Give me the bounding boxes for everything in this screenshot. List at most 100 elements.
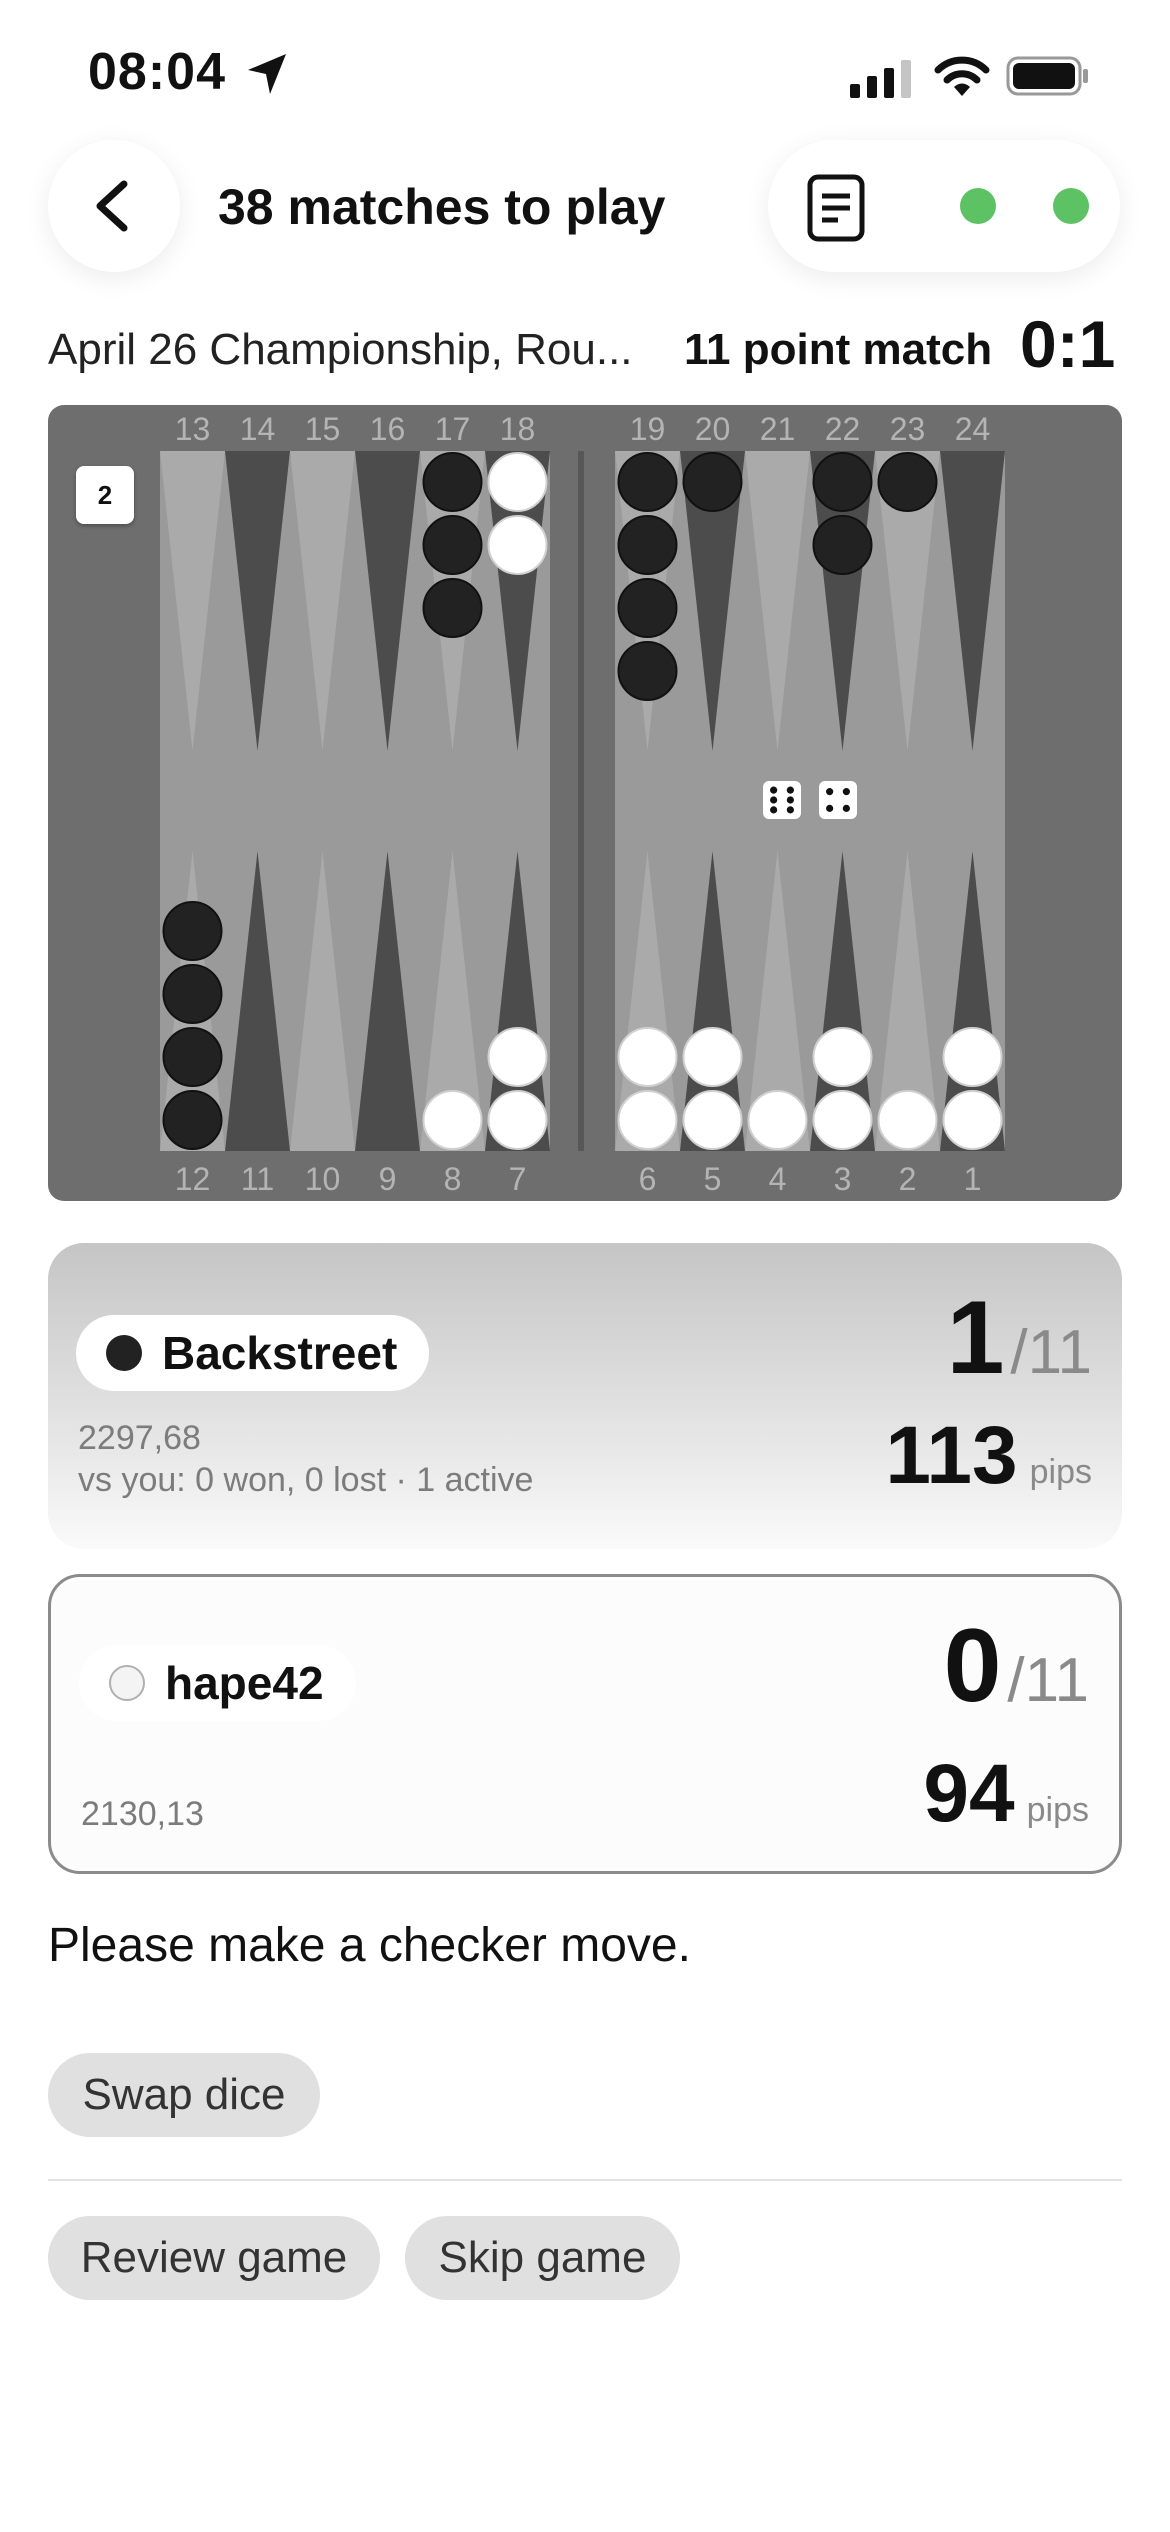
white-checker [812,1090,873,1150]
die-pip [842,788,850,796]
point-number-8: 8 [443,1161,462,1197]
player-score: 0 /11 [944,1607,1089,1726]
black-checker [617,641,678,701]
black-checker [617,515,678,575]
player-pips-label: pips [1026,1791,1089,1829]
point-number-5: 5 [703,1161,722,1197]
location-arrow-icon [248,54,286,94]
point-number-23: 23 [889,411,926,447]
black-checker [162,1090,223,1150]
white-checker [487,515,548,575]
online-indicator-self [1053,188,1089,224]
online-indicator-opponent [960,188,996,224]
white-checker [877,1090,938,1150]
cellular-signal-icon [850,60,911,98]
match-score: 0:1 [1020,307,1116,381]
white-checker [942,1027,1003,1087]
point-number-13: 13 [174,411,211,447]
die-pip [786,796,794,804]
point-number-14: 14 [239,411,276,447]
point-number-22: 22 [824,411,861,447]
white-checker [682,1027,743,1087]
black-checker [422,515,483,575]
back-button[interactable] [48,140,180,272]
die-pip [826,788,834,796]
skip-game-button[interactable]: Skip game [405,2216,680,2300]
point-number-2: 2 [898,1161,917,1197]
player-color-dot [109,1665,145,1701]
point-number-10: 10 [304,1161,341,1197]
player-pips: 113 pips [885,1409,1092,1503]
move-prompt: Please make a checker move. [48,1919,691,1972]
board-bar [578,451,584,1151]
point-number-20: 20 [694,411,731,447]
board-surface[interactable] [48,405,1122,1201]
player-pips-value: 113 [885,1410,1018,1501]
die-pip [786,806,794,814]
white-checker [422,1090,483,1150]
black-checker [812,515,873,575]
player-color-dot [106,1335,142,1371]
header-actions-pill [768,140,1120,272]
player-score-total: /11 [1007,1646,1089,1715]
white-checker [812,1027,873,1087]
player-pips-label: pips [1029,1453,1092,1491]
die-pip [770,796,778,804]
backgammon-board[interactable]: 13 14 15 16 17 18 19 20 21 22 23 24 12 11 10 9 8 7 6 5 4 3 2 1 [48,405,1122,1201]
point-number-12: 12 [174,1161,211,1197]
black-checker [812,452,873,512]
point-number-15: 15 [304,411,341,447]
player-pips: 94 pips [923,1747,1089,1841]
player-score-value: 0 [943,1608,1002,1724]
player-record: vs you: 0 won, 0 lost · 1 active [78,1461,534,1499]
point-number-11: 11 [240,1161,275,1197]
point-number-16: 16 [369,411,406,447]
die-pip [786,786,794,794]
white-checker [682,1090,743,1150]
die-pip [770,806,778,814]
page-title: 38 matches to play [218,179,666,235]
match-length: 11 point match [684,325,993,374]
player-score-total: /11 [1010,1318,1092,1387]
divider [48,2179,1122,2181]
player-rating: 2130,13 [81,1795,204,1833]
point-number-9: 9 [378,1161,397,1197]
tournament-name[interactable]: April 26 Championship, Rou... [48,325,633,375]
point-number-1: 1 [963,1161,982,1197]
die-1 [763,781,801,819]
die-pip [826,804,834,812]
player-name: hape42 [165,1657,324,1709]
point-number-4: 4 [768,1161,787,1197]
black-checker [617,578,678,638]
point-number-18: 18 [499,411,536,447]
point-number-24: 24 [954,411,991,447]
point-number-19: 19 [629,411,666,447]
point-number-17: 17 [434,411,471,447]
point-number-3: 3 [833,1161,852,1197]
black-checker [422,452,483,512]
document-icon[interactable] [806,174,866,242]
player-score: 1 /11 [947,1279,1092,1398]
die-pip [842,804,850,812]
white-checker [942,1090,1003,1150]
review-game-button[interactable]: Review game [48,2216,380,2300]
swap-dice-button[interactable]: Swap dice [48,2053,320,2137]
player-card-self[interactable]: hape42 2130,13 0 /11 94 pips [48,1574,1122,1874]
white-checker [487,452,548,512]
die-pip [770,786,778,794]
player-name-pill: hape42 [79,1645,356,1721]
white-checker [617,1090,678,1150]
point-number-6: 6 [638,1161,657,1197]
black-checker [162,1027,223,1087]
point-number-7: 7 [508,1161,527,1197]
status-time: 08:04 [88,43,226,101]
die-2 [819,781,857,819]
white-checker [487,1090,548,1150]
player-card-opponent[interactable]: Backstreet 2297,68 vs you: 0 won, 0 lost… [48,1243,1122,1549]
white-checker [487,1027,548,1087]
player-score-value: 1 [946,1280,1005,1396]
black-checker [877,452,938,512]
doubling-cube[interactable]: 2 [76,466,134,524]
wifi-icon [934,56,990,96]
white-checker [747,1090,808,1150]
